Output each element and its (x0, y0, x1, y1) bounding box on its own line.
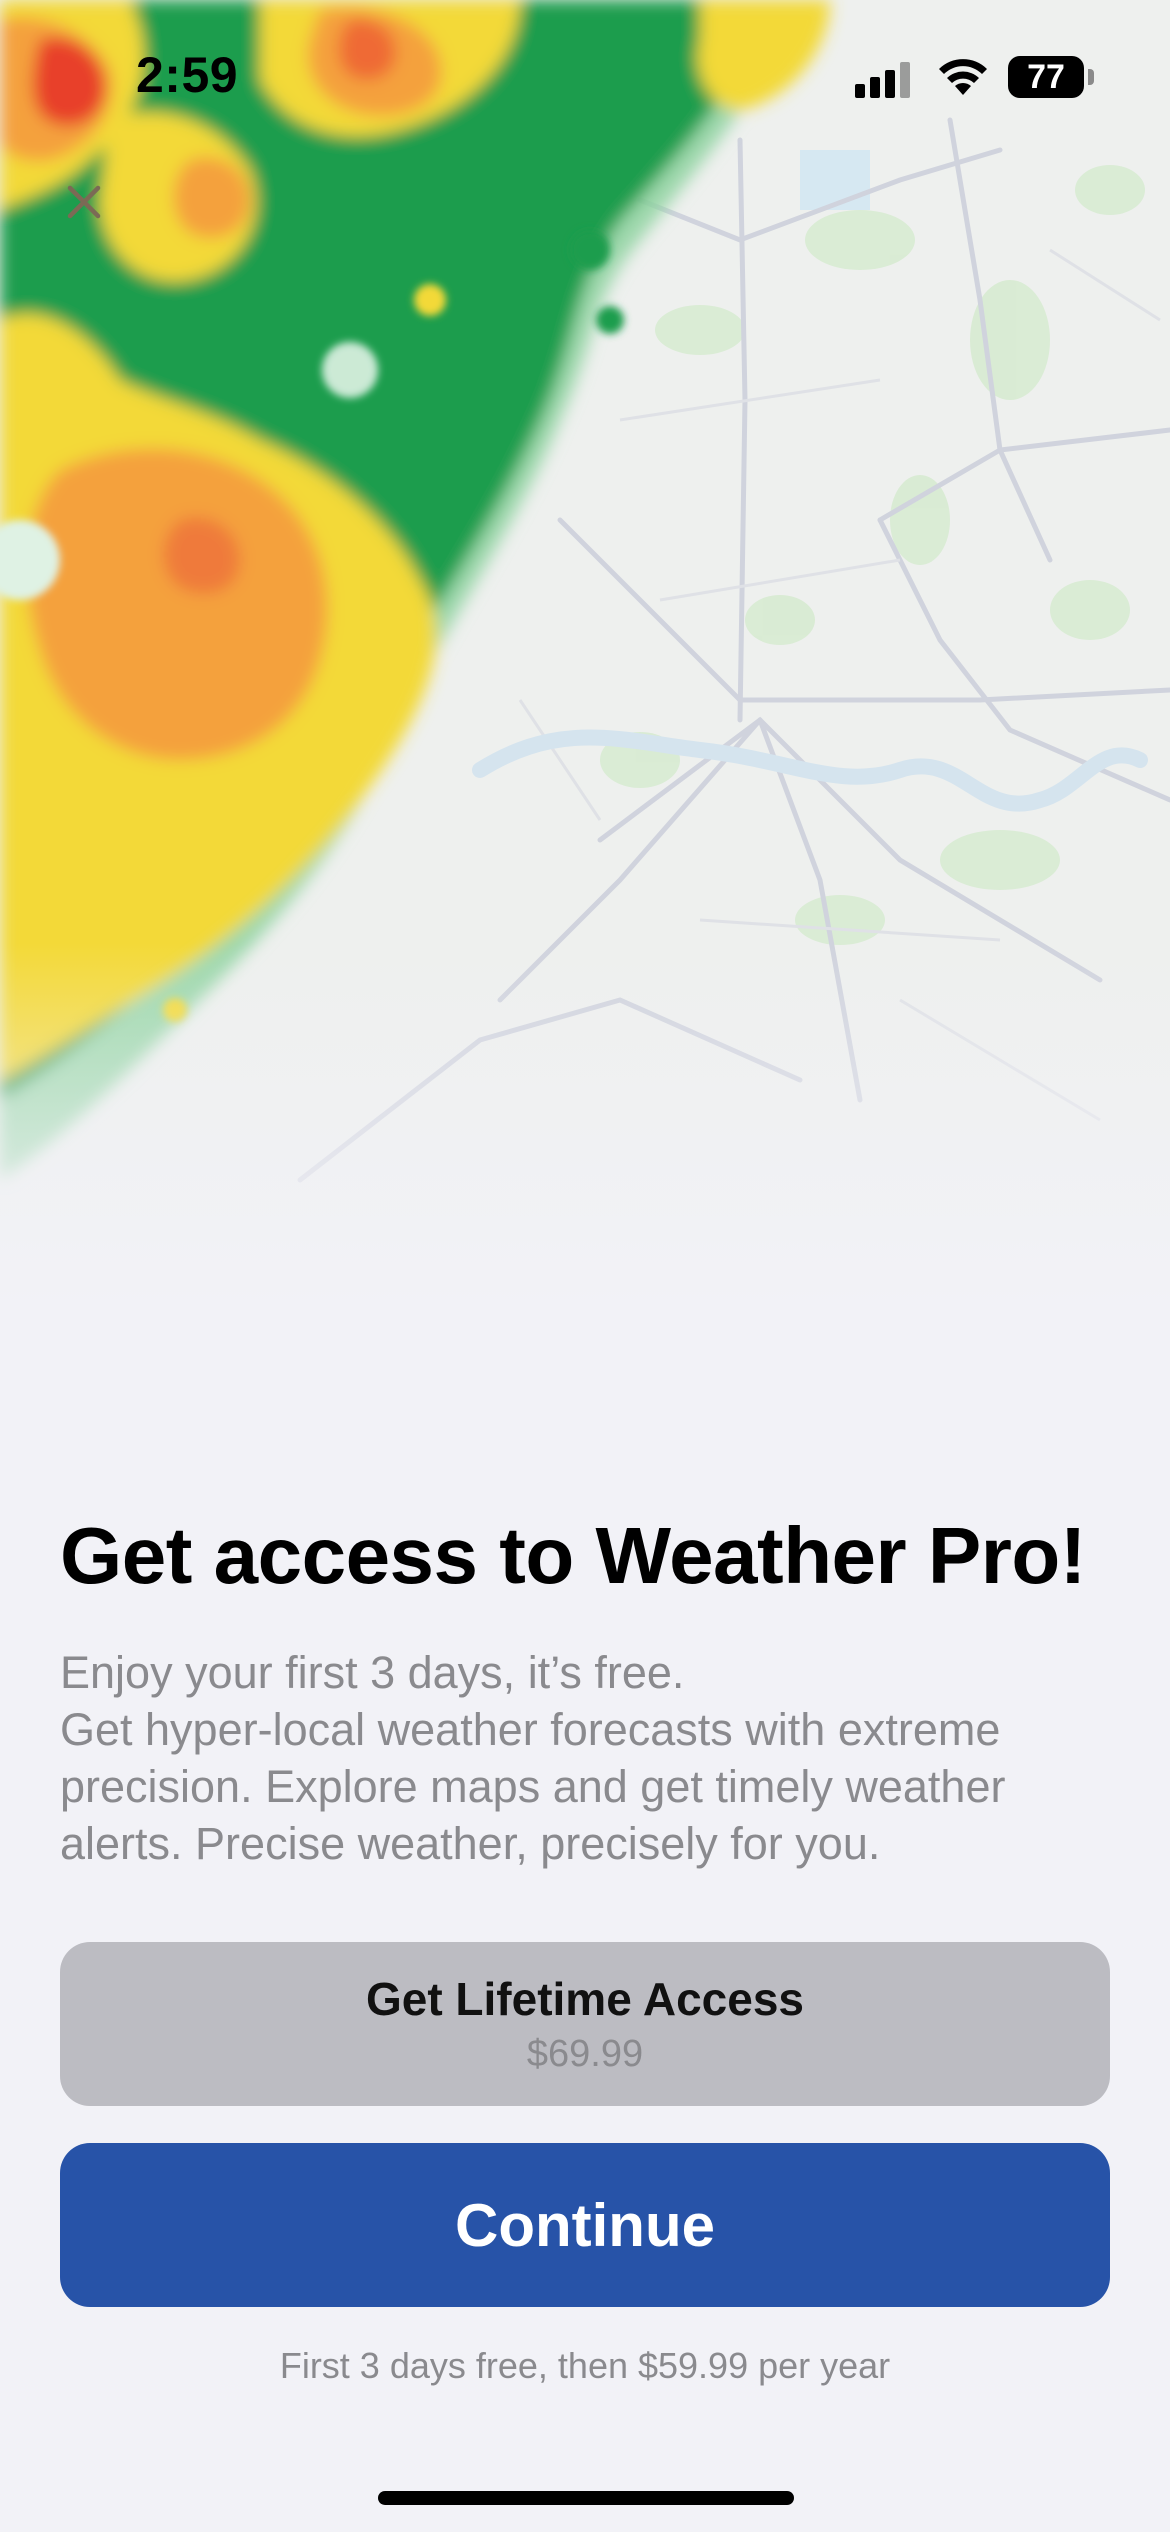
wifi-icon (939, 59, 987, 95)
continue-label: Continue (455, 2191, 715, 2259)
description-line: precision. Explore maps and get timely w… (60, 1761, 1006, 1812)
description-line: Enjoy your first 3 days, it’s free. (60, 1647, 685, 1698)
paywall-title: Get access to Weather Pro! (60, 1511, 1086, 1600)
trial-terms: First 3 days free, then $59.99 per year (279, 2345, 891, 2386)
close-button[interactable] (52, 170, 116, 234)
continue-button[interactable]: Continue (60, 2143, 1110, 2307)
lifetime-access-price: $69.99 (526, 2033, 644, 2075)
close-icon (67, 185, 101, 219)
paywall-description: Enjoy your first 3 days, it’s free. Get … (60, 1644, 1120, 1872)
radar-map (0, 0, 1170, 1310)
home-indicator[interactable] (378, 2491, 794, 2505)
lifetime-access-button[interactable]: Get Lifetime Access $69.99 (60, 1942, 1110, 2106)
lifetime-access-label: Get Lifetime Access (365, 1973, 805, 2025)
status-bar: 2:59 77 (0, 0, 1170, 150)
description-line: alerts. Precise weather, precisely for y… (60, 1818, 881, 1869)
status-time: 2:59 (136, 47, 239, 103)
cellular-signal-icon (855, 62, 910, 98)
paywall-screen: 2:59 77 Get access to Weather Pro! Enjoy… (0, 0, 1170, 2532)
battery-cap (1088, 69, 1094, 85)
battery-level: 77 (1027, 58, 1065, 96)
description-line: Get hyper-local weather forecasts with e… (60, 1704, 1001, 1755)
battery-icon: 77 (1008, 56, 1084, 98)
